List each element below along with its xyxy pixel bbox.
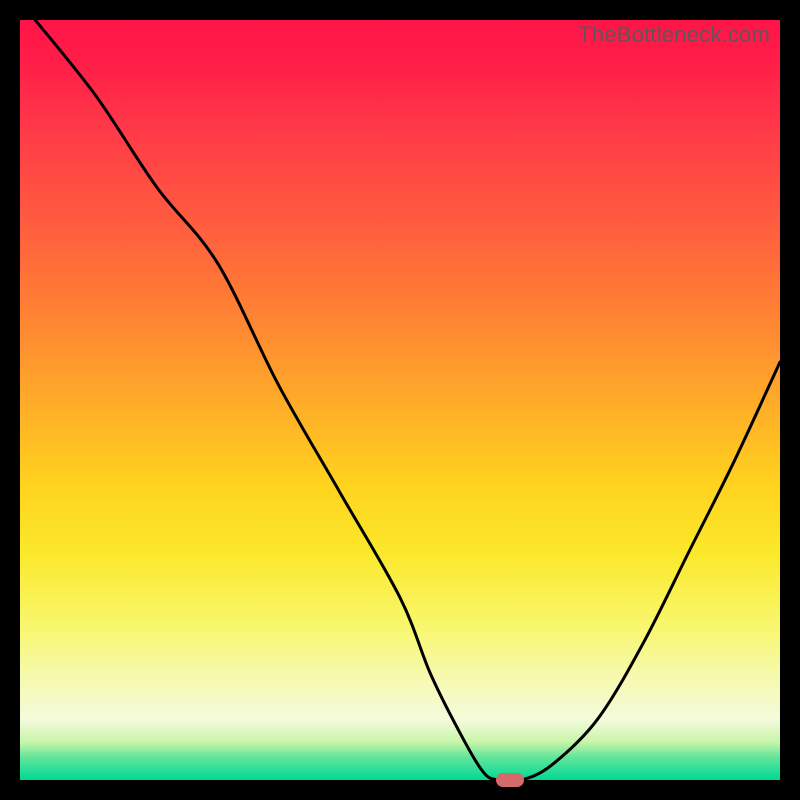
chart-frame: TheBottleneck.com xyxy=(0,0,800,800)
plot-area: TheBottleneck.com xyxy=(20,20,780,780)
bottleneck-curve xyxy=(20,20,780,780)
optimal-marker xyxy=(496,773,524,787)
attribution-label: TheBottleneck.com xyxy=(578,22,770,48)
